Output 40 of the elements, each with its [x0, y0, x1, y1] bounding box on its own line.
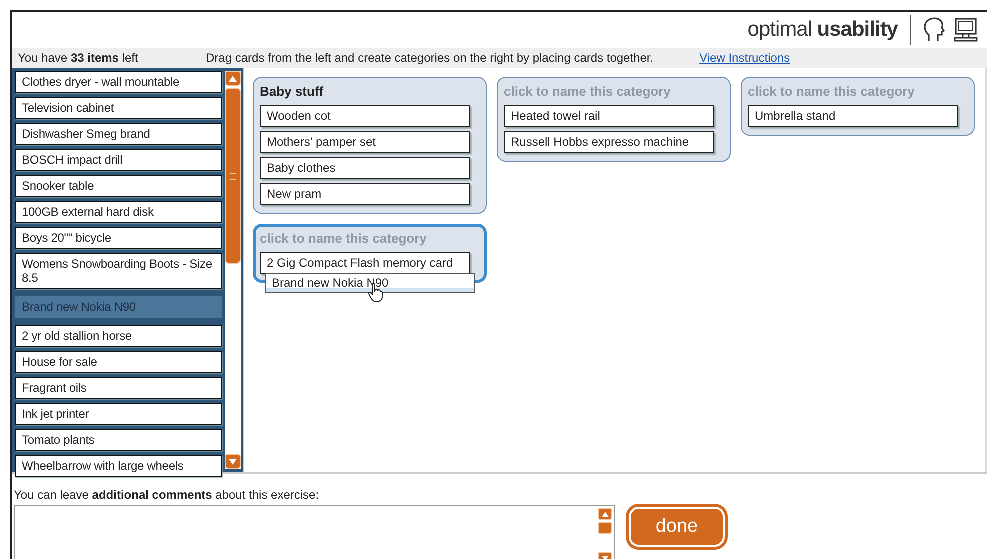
card[interactable]: Clothes dryer - wall mountable [15, 71, 222, 93]
card[interactable]: Fragrant oils [15, 377, 222, 399]
view-instructions-link[interactable]: View Instructions [700, 51, 790, 65]
down-arrow-icon [602, 556, 608, 559]
scroll-up-button[interactable] [598, 508, 612, 520]
card[interactable]: Television cabinet [15, 97, 222, 119]
scrollbar-thumb[interactable] [225, 88, 241, 264]
card[interactable]: 100GB external hard disk [15, 201, 222, 223]
card[interactable]: Snooker table [15, 175, 222, 197]
comments-label: You can leave additional comments about this exercise: [14, 488, 320, 502]
brand-logo-text: optimal usability [748, 18, 898, 42]
card[interactable]: Baby clothes [260, 157, 470, 179]
up-arrow-icon [602, 512, 608, 516]
card[interactable]: Mothers' pamper set [260, 131, 470, 153]
up-arrow-icon [229, 76, 237, 82]
card[interactable]: 2 Gig Compact Flash memory card [260, 252, 470, 274]
card[interactable]: New pram [260, 183, 470, 205]
card[interactable]: Russell Hobbs expresso machine [504, 131, 714, 153]
card[interactable]: Wheelbarrow with large wheels [15, 455, 222, 477]
card[interactable]: Boys 20"" bicycle [15, 227, 222, 249]
done-button[interactable]: done [629, 507, 725, 547]
computer-icon [953, 18, 979, 42]
instructions-text: Drag cards from the left and create categories on the right by placing cards together. [206, 51, 654, 65]
scroll-down-button[interactable] [225, 454, 241, 469]
scrollbar-thumb[interactable] [598, 522, 612, 534]
card[interactable]: Dishwasher Smeg brand [15, 123, 222, 145]
down-arrow-icon [229, 458, 237, 464]
card[interactable]: Umbrella stand [748, 105, 958, 127]
card[interactable]: Wooden cot [260, 105, 470, 127]
items-left-text: You have 33 items left [18, 51, 140, 65]
category-name[interactable]: Baby stuff [260, 82, 480, 101]
card[interactable]: Womens Snowboarding Boots - Size 8.5 [15, 253, 222, 289]
card[interactable]: House for sale [15, 351, 222, 373]
card[interactable]: Ink jet printer [15, 403, 222, 425]
card[interactable]: Tomato plants [15, 429, 222, 451]
card[interactable]: 2 yr old stallion horse [15, 325, 222, 347]
card[interactable]: Heated towel rail [504, 105, 714, 127]
scroll-up-button[interactable] [225, 71, 241, 86]
card[interactable]: BOSCH impact drill [15, 149, 222, 171]
head-icon [923, 17, 945, 43]
